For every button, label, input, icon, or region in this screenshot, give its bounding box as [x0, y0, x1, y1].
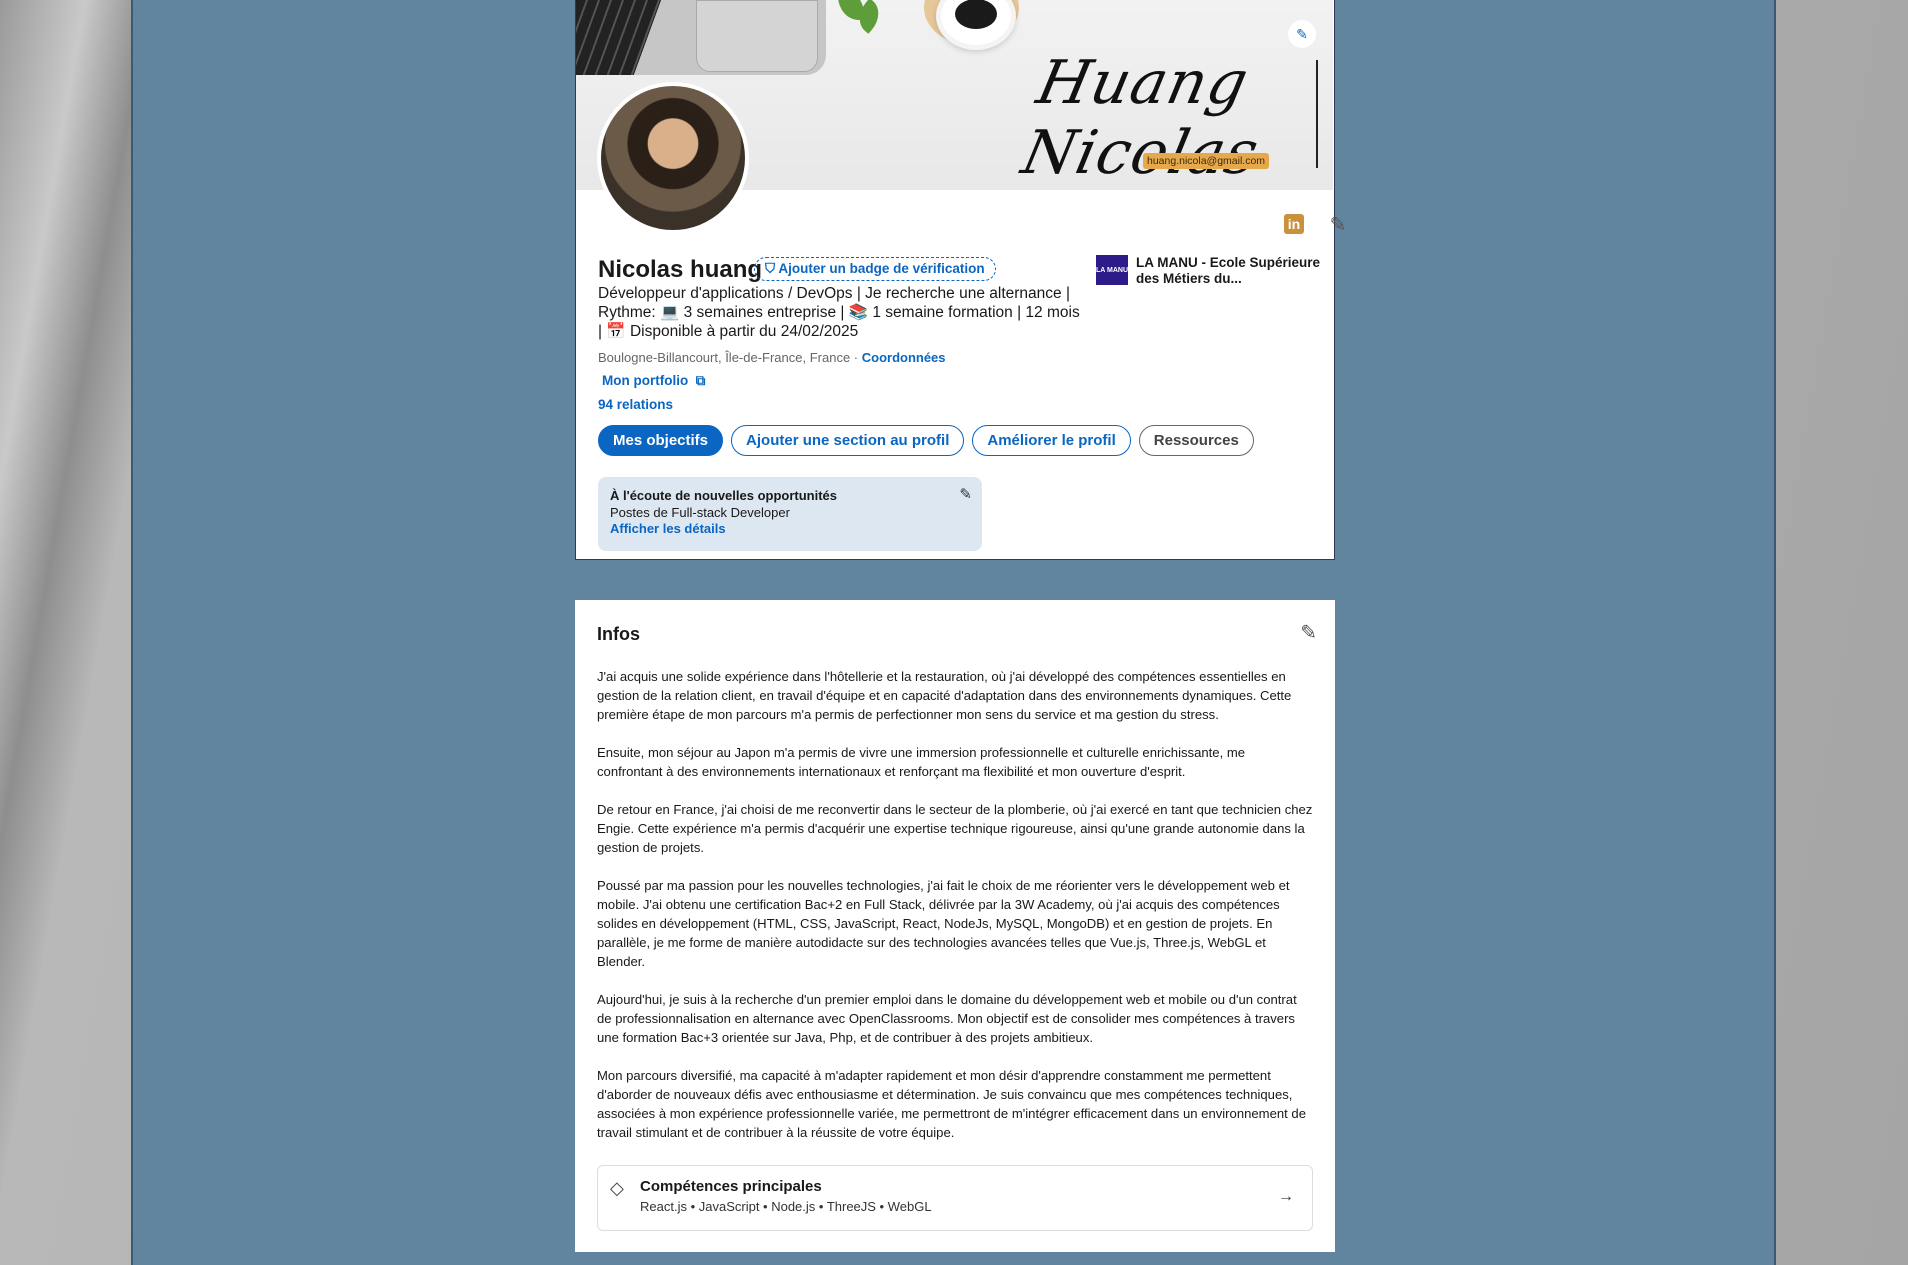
- about-paragraph: De retour en France, j'ai choisi de me r…: [597, 802, 1313, 855]
- school-name: LA MANU - Ecole Supérieure des Métiers d…: [1136, 255, 1321, 286]
- profile-avatar[interactable]: [597, 82, 749, 234]
- profile-location: Boulogne-Billancourt, Île-de-France, Fra…: [598, 350, 946, 365]
- about-card: Infos ✎ J'ai acquis une solide expérienc…: [575, 600, 1335, 1252]
- profile-card: Huang Nicolas huang.nicola@gmail.com ✎ i…: [575, 0, 1346, 560]
- edit-about-button[interactable]: ✎: [1300, 620, 1317, 645]
- linkedin-icon-button[interactable]: in: [1280, 210, 1308, 238]
- edit-intro-button[interactable]: ✎: [1324, 210, 1352, 238]
- portfolio-link[interactable]: Mon portfolio ⧉: [602, 373, 705, 389]
- verify-badge-label: Ajouter un badge de vérification: [778, 261, 985, 276]
- show-details-link[interactable]: Afficher les détails: [610, 521, 970, 538]
- linkedin-icon: in: [1284, 214, 1304, 234]
- about-paragraph: J'ai acquis une solide expérience dans l…: [597, 669, 1292, 722]
- page-background: Huang Nicolas huang.nicola@gmail.com ✎ i…: [131, 0, 1776, 1265]
- improve-profile-button[interactable]: Améliorer le profil: [972, 425, 1131, 456]
- objectives-button[interactable]: Mes objectifs: [598, 425, 724, 456]
- top-skills-list: React.js • JavaScript • Node.js • ThreeJ…: [640, 1199, 932, 1214]
- banner-divider: [1316, 60, 1318, 168]
- pencil-icon: ✎: [1296, 25, 1308, 42]
- external-link-icon: ⧉: [692, 373, 706, 388]
- open-to-work-title: À l'écoute de nouvelles opportunités: [610, 488, 838, 503]
- banner-laptop-image: [576, 0, 826, 75]
- pencil-icon: ✎: [1329, 213, 1347, 236]
- education-link[interactable]: LA MANU LA MANU - Ecole Supérieure des M…: [1096, 255, 1321, 287]
- pencil-icon: ✎: [959, 486, 972, 503]
- school-logo: LA MANU: [1096, 255, 1128, 285]
- shield-check-icon: ⛉: [765, 261, 776, 276]
- edit-banner-button[interactable]: ✎: [1288, 20, 1316, 48]
- profile-headline: Développeur d'applications / DevOps | Je…: [598, 285, 1080, 340]
- add-section-button[interactable]: Ajouter une section au profil: [731, 425, 965, 456]
- profile-actions: Mes objectifs Ajouter une section au pro…: [598, 425, 1254, 456]
- top-skills-box[interactable]: ◇ Compétences principales React.js • Jav…: [597, 1165, 1313, 1231]
- about-paragraph: Mon parcours diversifié, ma capacité à m…: [597, 1068, 1306, 1140]
- edit-open-to-work-button[interactable]: ✎: [959, 486, 972, 504]
- about-paragraph: Aujourd'hui, je suis à la recherche d'un…: [597, 992, 1297, 1045]
- open-to-work-box: À l'écoute de nouvelles opportunités Pos…: [598, 477, 982, 551]
- open-to-work-roles: Postes de Full-stack Developer: [610, 504, 790, 520]
- portfolio-label: Mon portfolio: [602, 373, 689, 388]
- relations-link[interactable]: 94 relations: [598, 397, 673, 412]
- location-text: Boulogne-Billancourt, Île-de-France, Fra…: [598, 350, 862, 365]
- about-text: J'ai acquis une solide expérience dans l…: [597, 667, 1313, 1142]
- arrow-right-icon: →: [1278, 1188, 1294, 1205]
- verify-badge-button[interactable]: ⛉ Ajouter un badge de vérification: [754, 257, 996, 281]
- banner-email: huang.nicola@gmail.com: [1143, 153, 1270, 169]
- pencil-icon: ✎: [1300, 622, 1317, 644]
- coffee-cup-image: [936, 0, 1016, 50]
- contact-info-link[interactable]: Coordonnées: [862, 350, 946, 365]
- about-paragraph: Poussé par ma passion pour les nouvelles…: [597, 878, 1290, 969]
- resources-button[interactable]: Ressources: [1138, 425, 1254, 456]
- diamond-icon: ◇: [610, 1178, 624, 1198]
- about-paragraph: Ensuite, mon séjour au Japon m'a permis …: [597, 745, 1246, 779]
- about-title: Infos: [597, 624, 640, 644]
- top-skills-title: Compétences principales: [640, 1178, 822, 1195]
- profile-name: Nicolas huang: [598, 256, 763, 283]
